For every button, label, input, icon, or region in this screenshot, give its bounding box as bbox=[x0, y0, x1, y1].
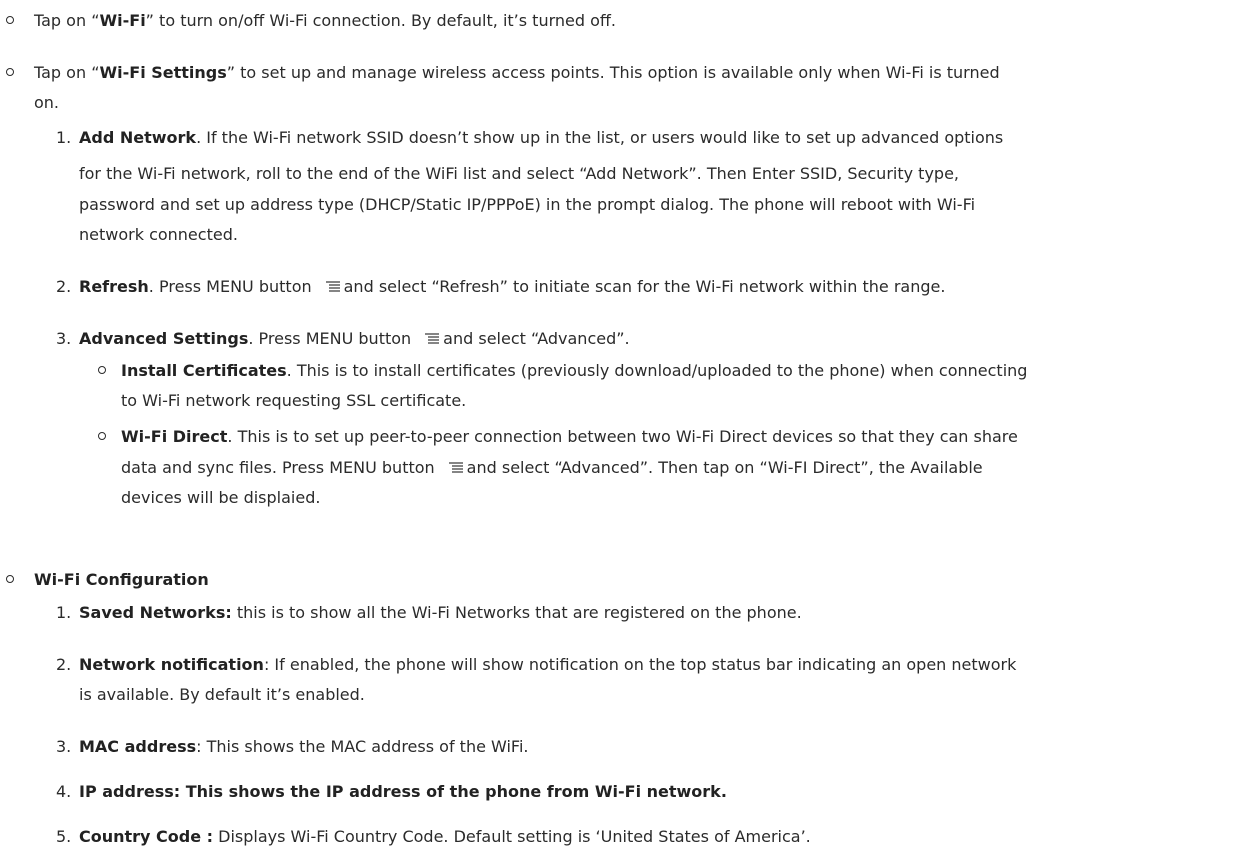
bold-term: Add Network bbox=[79, 128, 197, 147]
network-notification-item: Network notification: If enabled, the ph… bbox=[79, 650, 1016, 679]
bold-term: Install Certificates bbox=[121, 361, 287, 380]
document-page: Tap on “Wi-Fi” to turn on/off Wi-Fi conn… bbox=[0, 0, 1236, 857]
ip-address-item: IP address: This shows the IP address of… bbox=[79, 777, 727, 806]
text: Tap on “ bbox=[34, 11, 100, 30]
text-line: password and set up address type (DHCP/S… bbox=[79, 195, 976, 214]
bold-term: Wi-Fi Direct bbox=[121, 427, 228, 446]
text: . Press MENU button bbox=[248, 329, 412, 348]
text-line: data and sync files. Press MENU button an… bbox=[121, 453, 983, 482]
bullet-circle bbox=[98, 366, 106, 374]
text-line: devices will be displaied. bbox=[121, 488, 321, 507]
bold-term: Refresh bbox=[79, 277, 149, 296]
text: this is to show all the Wi-Fi Networks t… bbox=[231, 603, 802, 622]
install-certificates-item: Install Certificates. This is to install… bbox=[121, 356, 1027, 385]
wifi-direct-item: Wi-Fi Direct. This is to set up peer-to-… bbox=[121, 422, 1018, 451]
list-number: 4. bbox=[56, 782, 72, 801]
saved-networks-item: Saved Networks: this is to show all the … bbox=[79, 598, 802, 627]
text: . If the Wi-Fi network SSID doesn’t show… bbox=[196, 128, 1004, 147]
bold-term: Advanced Settings bbox=[79, 329, 249, 348]
list-number: 3. bbox=[56, 737, 72, 756]
list-number: 2. bbox=[56, 655, 72, 674]
text: Displays Wi-Fi Country Code. Default set… bbox=[213, 827, 811, 846]
wifi-configuration-heading: Wi-Fi Configuration bbox=[34, 565, 209, 594]
text-line: on. bbox=[34, 93, 60, 112]
text-line: is available. By default it’s enabled. bbox=[79, 685, 365, 704]
text: . Press MENU button bbox=[148, 277, 312, 296]
bold-term: Wi-Fi Configuration bbox=[34, 570, 209, 589]
text-line: to Wi-Fi network requesting SSL certific… bbox=[121, 391, 467, 410]
bold-term: Wi-Fi Settings bbox=[99, 63, 227, 82]
bullet-circle bbox=[98, 432, 106, 440]
text: : This shows the MAC address of the WiFi… bbox=[196, 737, 529, 756]
mac-address-item: MAC address: This shows the MAC address … bbox=[79, 732, 529, 761]
bold-term: Country Code : bbox=[79, 827, 214, 846]
add-network-item: Add Network. If the Wi-Fi network SSID d… bbox=[79, 123, 1003, 152]
list-number: 3. bbox=[56, 329, 72, 348]
refresh-item: Refresh. Press MENU button and select “Re… bbox=[79, 272, 945, 301]
menu-icon bbox=[448, 462, 463, 473]
bold-term: Network notification bbox=[79, 655, 264, 674]
list-number: 1. bbox=[56, 128, 72, 147]
text: Tap on “ bbox=[34, 63, 100, 82]
text: : If enabled, the phone will show notifi… bbox=[263, 655, 1017, 674]
text: and select “Advanced”. bbox=[443, 329, 630, 348]
list-number: 5. bbox=[56, 827, 72, 846]
text: . This is to set up peer-to-peer connect… bbox=[227, 427, 1018, 446]
text: data and sync files. Press MENU button bbox=[121, 458, 435, 477]
text: ” to set up and manage wireless access p… bbox=[226, 63, 1000, 82]
text: and select “Refresh” to initiate scan fo… bbox=[343, 277, 946, 296]
bullet-circle bbox=[6, 68, 14, 76]
bold-term: Saved Networks: bbox=[79, 603, 232, 622]
list-number: 2. bbox=[56, 277, 72, 296]
text: and select “Advanced”. Then tap on “Wi-F… bbox=[466, 458, 983, 477]
wifi-item: Tap on “Wi-Fi” to turn on/off Wi-Fi conn… bbox=[34, 6, 616, 35]
text: . This is to install certificates (previ… bbox=[286, 361, 1028, 380]
wifi-settings-item: Tap on “Wi-Fi Settings” to set up and ma… bbox=[34, 58, 1000, 87]
menu-icon bbox=[425, 333, 440, 344]
text: ” to turn on/off Wi-Fi connection. By de… bbox=[145, 11, 616, 30]
list-number: 1. bbox=[56, 603, 72, 622]
country-code-item: Country Code : Displays Wi-Fi Country Co… bbox=[79, 822, 811, 851]
bullet-circle bbox=[6, 16, 14, 24]
bold-term: IP address: This shows the IP address of… bbox=[79, 782, 727, 801]
text-line: for the Wi-Fi network, roll to the end o… bbox=[79, 164, 959, 183]
advanced-settings-item: Advanced Settings. Press MENU button and … bbox=[79, 324, 630, 353]
bold-term: MAC address bbox=[79, 737, 197, 756]
text-line: network connected. bbox=[79, 225, 238, 244]
menu-icon bbox=[325, 281, 340, 292]
bold-term: Wi-Fi bbox=[99, 11, 146, 30]
bullet-circle bbox=[6, 575, 14, 583]
